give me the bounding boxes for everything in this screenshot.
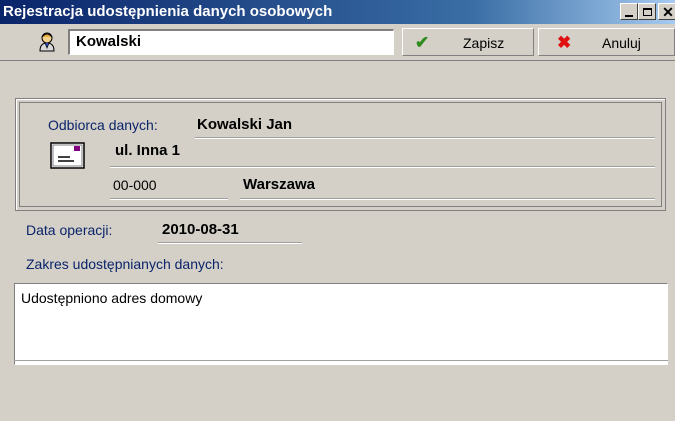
- save-button[interactable]: ✔ Zapisz: [402, 28, 534, 56]
- operation-date-label: Data operacji:: [26, 222, 113, 238]
- maximize-button[interactable]: [638, 3, 656, 20]
- envelope-icon: [50, 142, 85, 169]
- postal-code-value[interactable]: 00-000: [113, 177, 157, 193]
- city-value[interactable]: Warszawa: [243, 176, 315, 193]
- recipient-name[interactable]: Kowalski Jan: [197, 116, 292, 133]
- postal-code-underline: [110, 198, 228, 200]
- x-icon: ✖: [557, 33, 572, 52]
- checkmark-icon: ✔: [415, 33, 430, 52]
- scope-textarea[interactable]: Udostępniono adres domowy: [14, 283, 668, 365]
- recipient-label: Odbiorca danych:: [48, 117, 158, 133]
- recipient-name-underline: [195, 137, 655, 139]
- cancel-label: Anuluj: [602, 35, 641, 51]
- street-underline: [110, 166, 655, 168]
- textarea-divider: [14, 360, 668, 361]
- person-icon: [39, 32, 55, 52]
- scope-label: Zakres udostępnianych danych:: [26, 256, 224, 272]
- toolbar: Kowalski ✔ Zapisz ✖ Anuluj: [0, 24, 675, 61]
- close-icon: ✕: [662, 3, 674, 20]
- name-field[interactable]: Kowalski: [68, 29, 394, 55]
- registration-window: Rejestracja udostępnienia danych osobowy…: [0, 0, 675, 421]
- save-label: Zapisz: [463, 35, 505, 51]
- city-underline: [240, 198, 655, 200]
- title-bar[interactable]: Rejestracja udostępnienia danych osobowy…: [0, 0, 675, 24]
- operation-date-underline: [158, 242, 302, 244]
- maximize-icon: [642, 7, 652, 16]
- window-title: Rejestracja udostępnienia danych osobowy…: [3, 3, 333, 20]
- minimize-icon: [625, 14, 633, 17]
- street-value[interactable]: ul. Inna 1: [115, 142, 180, 159]
- minimize-button[interactable]: [620, 3, 638, 20]
- cancel-button[interactable]: ✖ Anuluj: [538, 28, 675, 56]
- operation-date-value[interactable]: 2010-08-31: [162, 221, 239, 238]
- close-button[interactable]: ✕: [658, 3, 675, 20]
